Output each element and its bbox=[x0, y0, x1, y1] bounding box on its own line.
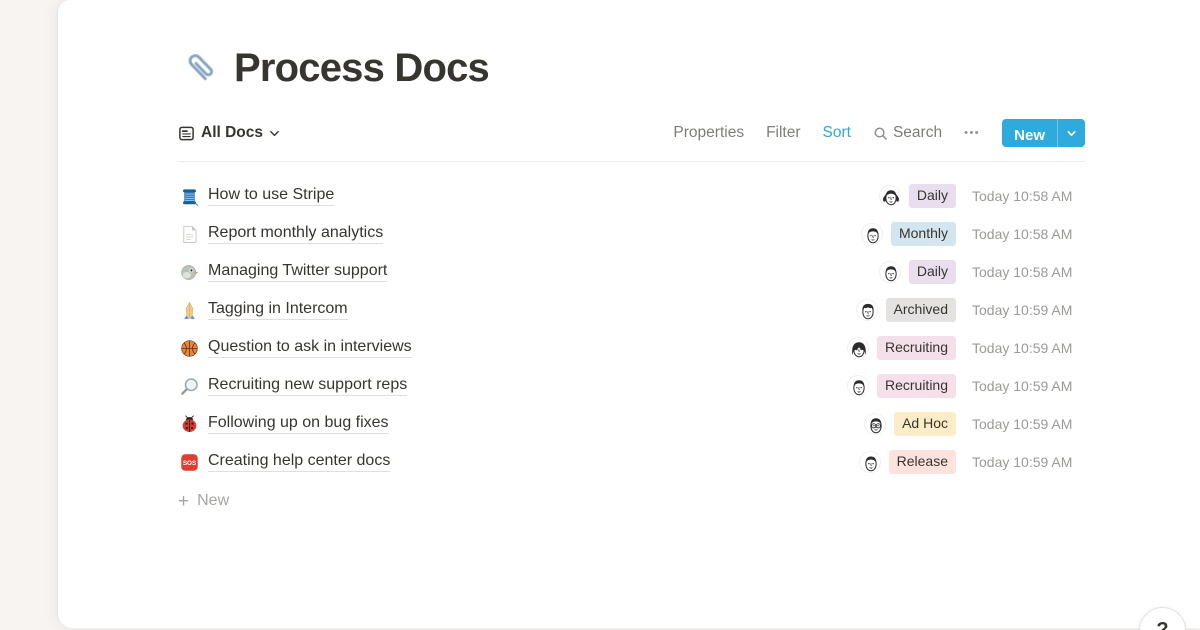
status-tag[interactable]: Archived bbox=[886, 298, 956, 321]
doc-title[interactable]: Creating help center docs bbox=[208, 452, 390, 472]
doc-row[interactable]: Following up on bug fixes Ad Hoc Today 1… bbox=[178, 405, 1085, 443]
last-edited-time: Today 10:59 AM bbox=[972, 378, 1085, 394]
doc-title[interactable]: Following up on bug fixes bbox=[208, 414, 389, 434]
add-new-row-label: New bbox=[197, 492, 229, 510]
thread-spool-emoji bbox=[178, 185, 200, 207]
page-card: Process Docs All Docs Properties Fi bbox=[58, 0, 1200, 628]
status-tag[interactable]: Monthly bbox=[891, 222, 956, 245]
person-short-hair bbox=[861, 223, 883, 245]
doc-row[interactable]: SOS Creating help center docs Release To… bbox=[178, 443, 1085, 481]
doc-row[interactable]: Report monthly analytics Monthly Today 1… bbox=[178, 215, 1085, 253]
search-icon bbox=[873, 126, 888, 141]
properties-button[interactable]: Properties bbox=[673, 124, 744, 142]
more-options-button[interactable]: ••• bbox=[964, 127, 980, 139]
last-edited-time: Today 10:58 AM bbox=[972, 188, 1085, 204]
status-tag[interactable]: Recruiting bbox=[877, 374, 956, 397]
plus-icon: + bbox=[178, 492, 189, 511]
page-header: Process Docs bbox=[178, 0, 1085, 92]
doc-title[interactable]: Managing Twitter support bbox=[208, 262, 387, 282]
new-button-group: New bbox=[1002, 119, 1085, 147]
ladybug-emoji bbox=[178, 413, 200, 435]
view-switcher-all-docs[interactable]: All Docs bbox=[178, 124, 280, 142]
doc-row[interactable]: Managing Twitter support Daily Today 10:… bbox=[178, 253, 1085, 291]
basketball-emoji bbox=[178, 337, 200, 359]
doc-list: How to use Stripe Daily Today 10:58 AM R… bbox=[178, 162, 1085, 481]
sort-button[interactable]: Sort bbox=[823, 124, 851, 142]
svg-text:SOS: SOS bbox=[182, 460, 195, 467]
add-new-row-button[interactable]: + New bbox=[178, 482, 1085, 520]
toolbar: All Docs Properties Filter Sort Sea bbox=[178, 118, 1085, 148]
status-tag[interactable]: Ad Hoc bbox=[894, 412, 956, 435]
search-label: Search bbox=[893, 124, 942, 142]
filter-button[interactable]: Filter bbox=[766, 124, 800, 142]
page-emoji bbox=[178, 223, 200, 245]
person-tag-group: Recruiting bbox=[766, 336, 956, 359]
doc-row[interactable]: Question to ask in interviews Recruiting… bbox=[178, 329, 1085, 367]
bird-emoji bbox=[178, 261, 200, 283]
view-label: All Docs bbox=[201, 124, 263, 142]
doc-row[interactable]: How to use Stripe Daily Today 10:58 AM bbox=[178, 177, 1085, 215]
last-edited-time: Today 10:59 AM bbox=[972, 454, 1085, 470]
person-curly-hair bbox=[856, 299, 878, 321]
last-edited-time: Today 10:59 AM bbox=[972, 416, 1085, 432]
doc-title[interactable]: Recruiting new support reps bbox=[208, 376, 407, 396]
doc-row[interactable]: Tagging in Intercom Archived Today 10:59… bbox=[178, 291, 1085, 329]
paperclip-emoji[interactable] bbox=[178, 45, 224, 91]
person-tag-group: Release bbox=[766, 450, 956, 473]
status-tag[interactable]: Daily bbox=[909, 184, 956, 207]
doc-title[interactable]: How to use Stripe bbox=[208, 186, 334, 206]
last-edited-time: Today 10:59 AM bbox=[972, 302, 1085, 318]
person-headphones bbox=[879, 185, 901, 207]
doc-title[interactable]: Report monthly analytics bbox=[208, 224, 383, 244]
person-tag-group: Ad Hoc bbox=[766, 412, 956, 435]
person-tag-group: Daily bbox=[766, 260, 956, 283]
new-button[interactable]: New bbox=[1002, 119, 1057, 147]
search-button[interactable]: Search bbox=[873, 124, 942, 142]
status-tag[interactable]: Daily bbox=[909, 260, 956, 283]
last-edited-time: Today 10:58 AM bbox=[972, 226, 1085, 242]
page-title: Process Docs bbox=[234, 44, 489, 92]
doc-title[interactable]: Tagging in Intercom bbox=[208, 300, 348, 320]
status-tag[interactable]: Release bbox=[889, 450, 956, 473]
person-tag-group: Daily bbox=[766, 184, 956, 207]
status-tag[interactable]: Recruiting bbox=[877, 336, 956, 359]
magnifying-glass-emoji bbox=[178, 375, 200, 397]
person-tag-group: Monthly bbox=[766, 222, 956, 245]
person-plain bbox=[859, 451, 881, 473]
new-dropdown-button[interactable] bbox=[1057, 119, 1085, 147]
person-bob-hair bbox=[847, 337, 869, 359]
person-glasses bbox=[864, 413, 886, 435]
list-view-icon bbox=[178, 125, 195, 142]
person-short-hair bbox=[847, 375, 869, 397]
doc-title[interactable]: Question to ask in interviews bbox=[208, 338, 412, 358]
person-tag-group: Archived bbox=[766, 298, 956, 321]
last-edited-time: Today 10:59 AM bbox=[972, 340, 1085, 356]
last-edited-time: Today 10:58 AM bbox=[972, 264, 1085, 280]
doc-row[interactable]: Recruiting new support reps Recruiting T… bbox=[178, 367, 1085, 405]
chevron-down-icon bbox=[269, 128, 280, 139]
person-short-hair bbox=[879, 261, 901, 283]
person-tag-group: Recruiting bbox=[766, 374, 956, 397]
praying-hands-emoji bbox=[178, 299, 200, 321]
sos-emoji: SOS bbox=[178, 451, 200, 473]
